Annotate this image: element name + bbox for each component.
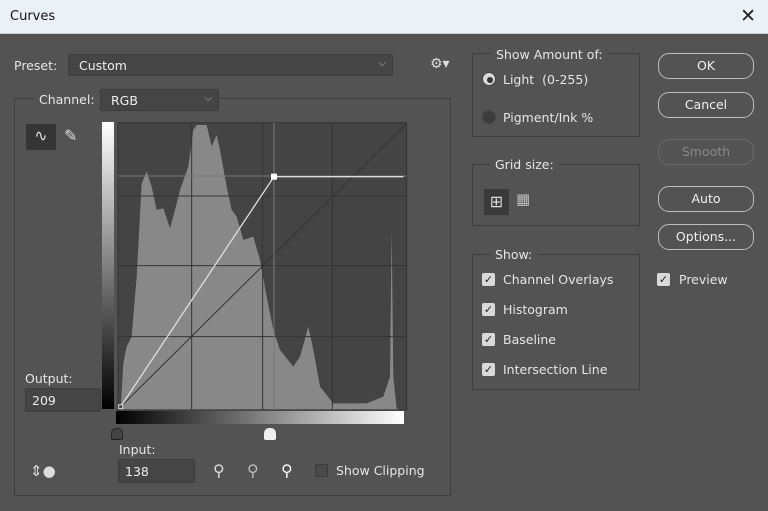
output-value: 209	[32, 393, 56, 408]
histogram-label: Histogram	[503, 302, 568, 317]
white-point-slider[interactable]	[264, 428, 276, 440]
curve-point-selected	[271, 173, 277, 180]
smooth-button[interactable]: Smooth	[658, 139, 754, 165]
channel-overlays-checkbox[interactable]: ✓	[482, 273, 495, 286]
pencil-icon[interactable]: ✎	[64, 126, 77, 145]
curve-point-black	[118, 404, 124, 410]
black-eyedropper-icon[interactable]: ⚲	[213, 461, 225, 480]
output-label: Output:	[25, 371, 73, 386]
ok-button[interactable]: OK	[658, 53, 754, 79]
curve-tool-icon[interactable]: ∿	[26, 124, 56, 150]
white-eyedropper-icon[interactable]: ⚲	[281, 461, 293, 480]
pigment-radio[interactable]	[482, 110, 496, 124]
auto-button[interactable]: Auto	[658, 186, 754, 212]
gray-eyedropper-icon[interactable]: ⚲	[247, 461, 259, 480]
output-field[interactable]: 209	[25, 388, 101, 412]
baseline-label: Baseline	[503, 332, 556, 347]
intersection-line-label: Intersection Line	[503, 362, 608, 377]
simple-grid-icon[interactable]: ⊞	[484, 189, 509, 215]
channel-overlays-label: Channel Overlays	[503, 272, 614, 287]
detailed-grid-icon[interactable]: ▦	[516, 190, 530, 208]
input-label: Input:	[119, 442, 156, 457]
channel-label: Channel:	[34, 92, 100, 107]
title-bar: Curves ✕	[0, 0, 768, 34]
grid-size-title: Grid size:	[490, 157, 559, 172]
light-radio[interactable]	[482, 72, 496, 86]
show-clipping-label: Show Clipping	[336, 463, 425, 478]
show-title: Show:	[490, 247, 538, 262]
chevron-down-icon: ⌵	[204, 93, 212, 104]
channel-select[interactable]: RGB ⌵	[100, 89, 219, 111]
channel-value: RGB	[111, 93, 138, 108]
pigment-label: Pigment/Ink %	[503, 110, 594, 125]
chevron-down-icon: ⌵	[378, 58, 386, 69]
preset-value: Custom	[79, 58, 127, 73]
histogram-checkbox[interactable]: ✓	[482, 303, 495, 316]
show-clipping-checkbox[interactable]	[315, 464, 328, 477]
preview-label: Preview	[679, 272, 728, 287]
input-field[interactable]: 138	[118, 459, 195, 483]
intersection-line-checkbox[interactable]: ✓	[482, 363, 495, 376]
curves-graph[interactable]	[100, 110, 420, 430]
options-button[interactable]: Options...	[658, 224, 754, 250]
gear-icon[interactable]: ⚙▾	[430, 56, 450, 72]
preset-select[interactable]: Custom ⌵	[68, 54, 393, 76]
cancel-button[interactable]: Cancel	[658, 92, 754, 118]
black-point-slider[interactable]	[111, 428, 123, 440]
window-title: Curves	[10, 9, 56, 24]
on-image-adjust-icon[interactable]: ⇕●	[30, 462, 56, 480]
baseline-checkbox[interactable]: ✓	[482, 333, 495, 346]
show-amount-title: Show Amount of:	[491, 47, 608, 62]
preview-checkbox[interactable]: ✓	[657, 273, 670, 286]
preset-label: Preset:	[14, 58, 58, 73]
close-icon[interactable]: ✕	[740, 5, 756, 27]
input-value: 138	[125, 464, 149, 479]
light-label: Light (0-255)	[503, 72, 589, 87]
